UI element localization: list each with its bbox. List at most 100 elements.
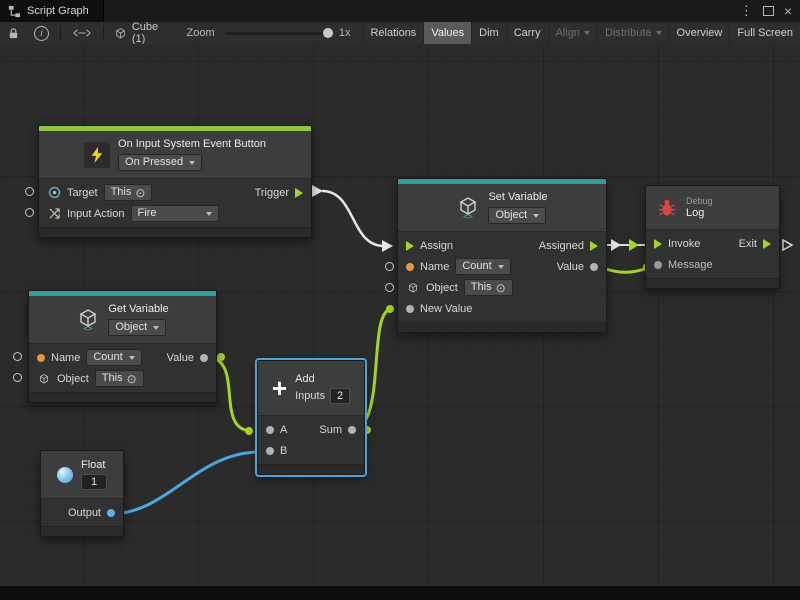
gameobject-cube-icon <box>406 281 420 295</box>
invoke-flow-port[interactable] <box>654 239 662 249</box>
variable-scope-value: Object <box>495 209 527 222</box>
distribute-dropdown-button[interactable]: Distribute <box>597 22 668 44</box>
value-output-port[interactable] <box>590 263 598 271</box>
target-this-chip[interactable]: This ⊙ <box>104 184 153 201</box>
fit-to-view-icon[interactable] <box>65 22 99 44</box>
align-dropdown-button[interactable]: Align <box>548 22 597 44</box>
inputs-count-field[interactable]: 2 <box>330 388 350 404</box>
sum-output-port[interactable] <box>348 426 356 434</box>
cube-icon <box>114 26 128 40</box>
external-port[interactable] <box>25 187 34 196</box>
input-action-port-row: Input Action Fire <box>39 203 311 224</box>
event-node-title: On Input System Event Button <box>118 138 266 150</box>
node-set-variable[interactable]: <> Set Variable Object Assign Assigned <box>397 178 607 333</box>
output-port-row: Output <box>41 502 123 523</box>
kebab-menu-icon[interactable]: ⋮ <box>740 3 753 19</box>
graph-target-selector[interactable]: Cube (1) <box>108 21 175 45</box>
variable-name-dropdown[interactable]: Count <box>86 349 141 366</box>
external-port[interactable] <box>385 283 394 292</box>
carry-button[interactable]: Carry <box>506 22 548 44</box>
assign-port-row: Assign Assigned <box>398 235 606 256</box>
chevron-down-icon <box>656 31 662 35</box>
variable-cube-icon: <> <box>456 196 480 220</box>
variable-scope-dropdown[interactable]: Object <box>108 319 166 336</box>
overview-button[interactable]: Overview <box>669 22 730 44</box>
object-this-chip[interactable]: This ⊙ <box>95 370 144 387</box>
value-output-port[interactable] <box>200 354 208 362</box>
node-debug-log[interactable]: Debug Log Invoke Exit Message <box>645 185 780 289</box>
object-this-chip[interactable]: This ⊙ <box>464 279 513 296</box>
target-port-row: Target This ⊙ Trigger <box>39 182 311 203</box>
object-port-row: Object This ⊙ <box>398 277 606 298</box>
node-footer <box>41 526 123 536</box>
message-port-label: Message <box>668 259 713 271</box>
full-screen-button[interactable]: Full Screen <box>729 22 800 44</box>
dim-button[interactable]: Dim <box>471 22 506 44</box>
a-input-port[interactable] <box>266 426 274 434</box>
add-node-header: + Add Inputs 2 <box>258 361 364 416</box>
variable-scope-dropdown[interactable]: Object <box>488 207 546 224</box>
get-variable-title: Get Variable <box>108 303 168 315</box>
exit-flow-port[interactable] <box>763 239 771 249</box>
set-variable-title: Set Variable <box>488 191 547 203</box>
node-footer <box>398 322 606 332</box>
name-port-label: Name <box>51 352 80 364</box>
object-picker-icon: ⊙ <box>127 373 137 385</box>
external-port[interactable] <box>385 262 394 271</box>
exit-port-label: Exit <box>739 238 757 250</box>
message-input-port[interactable] <box>654 261 662 269</box>
variable-name-dropdown[interactable]: Count <box>455 258 510 275</box>
name-value-port[interactable] <box>406 263 414 271</box>
float-value-field[interactable]: 1 <box>81 474 107 490</box>
b-input-port[interactable] <box>266 447 274 455</box>
maximize-icon[interactable] <box>763 6 774 16</box>
input-actions-asset-icon <box>47 186 61 200</box>
input-action-dropdown[interactable]: Fire <box>131 205 219 222</box>
node-add[interactable]: + Add Inputs 2 A Sum B <box>257 360 365 475</box>
zoom-slider-knob[interactable] <box>323 28 333 38</box>
tab-script-graph[interactable]: Script Graph <box>0 0 104 22</box>
trigger-flow-port[interactable] <box>295 188 303 198</box>
values-button[interactable]: Values <box>423 22 471 44</box>
external-port[interactable] <box>13 373 22 382</box>
add-node-body: A Sum B <box>258 416 364 464</box>
chevron-down-icon <box>153 326 159 330</box>
event-node-body: Target This ⊙ Trigger Input Action Fire <box>39 179 311 227</box>
new-value-port-row: New Value <box>398 298 606 319</box>
info-icon[interactable]: i <box>27 22 56 44</box>
node-float[interactable]: Float 1 Output <box>40 450 124 537</box>
assign-flow-port[interactable] <box>406 241 414 251</box>
graph-toolbar: i Cube (1) Zoom 1x Relations Values Dim … <box>0 22 800 45</box>
event-mode-dropdown[interactable]: On Pressed <box>118 154 202 171</box>
close-icon[interactable]: × <box>784 3 792 19</box>
tab-title: Script Graph <box>27 5 89 17</box>
chevron-down-icon <box>189 161 195 165</box>
external-port[interactable] <box>13 352 22 361</box>
object-picker-icon: ⊙ <box>496 282 506 294</box>
lock-icon[interactable] <box>0 22 27 44</box>
chevron-down-icon <box>129 356 135 360</box>
event-mode-value: On Pressed <box>125 156 183 169</box>
assigned-flow-port[interactable] <box>590 241 598 251</box>
relations-button[interactable]: Relations <box>362 22 423 44</box>
object-this-value: This <box>471 281 492 294</box>
variable-name-value: Count <box>462 260 491 273</box>
chevron-down-icon <box>533 214 539 218</box>
zoom-slider[interactable] <box>225 32 331 35</box>
name-value-port[interactable] <box>37 354 45 362</box>
sum-port-label: Sum <box>319 424 342 436</box>
new-value-input-port[interactable] <box>406 305 414 313</box>
message-port-row: Message <box>646 254 779 275</box>
node-get-variable[interactable]: <> Get Variable Object Name Count Value <box>28 290 217 403</box>
svg-text:<>: <> <box>464 212 474 220</box>
external-port[interactable] <box>25 208 34 217</box>
svg-text:<>: <> <box>84 324 94 332</box>
chevron-down-icon <box>584 31 590 35</box>
float-output-port[interactable] <box>107 509 115 517</box>
float-sphere-icon <box>57 467 73 483</box>
node-on-input-system-event-button[interactable]: On Input System Event Button On Pressed … <box>38 125 312 238</box>
node-footer <box>258 464 364 474</box>
invoke-port-label: Invoke <box>668 238 700 250</box>
set-variable-body: Assign Assigned Name Count Value <box>398 232 606 322</box>
set-variable-header: <> Set Variable Object <box>398 184 606 232</box>
